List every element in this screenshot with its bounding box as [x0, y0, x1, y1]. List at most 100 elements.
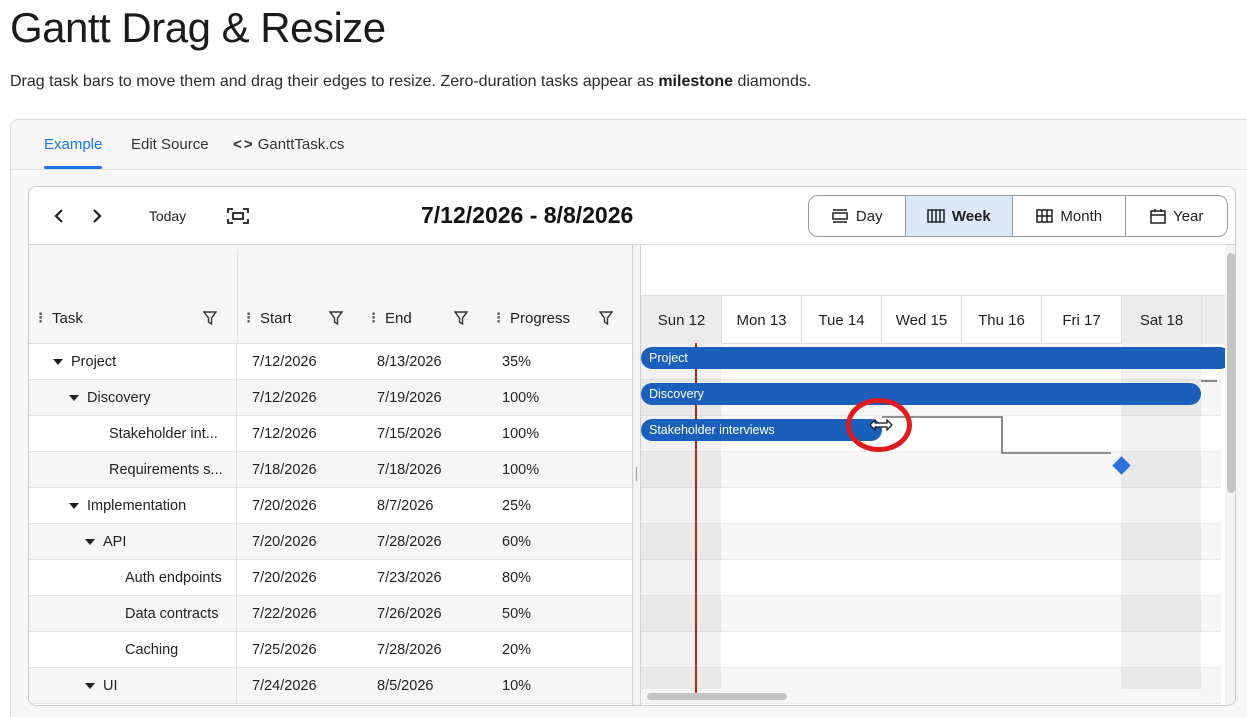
column-header-start[interactable]: ⋮ Start [242, 307, 292, 329]
table-row[interactable]: UI 7/24/2026 8/5/2026 10% [29, 668, 632, 704]
fit-to-screen-icon [227, 208, 249, 224]
filter-icon[interactable] [599, 311, 613, 326]
task-grid: ⋮ Task ⋮ Start ⋮ End ⋮ Progress Project 7/12… [29, 245, 632, 705]
start-cell: 7/18/2026 [252, 461, 317, 478]
task-cell: Project [29, 344, 237, 379]
column-header-start-label: Start [260, 309, 292, 327]
end-cell: 7/26/2026 [377, 605, 442, 622]
table-row[interactable]: Implementation 7/20/2026 8/7/2026 25% [29, 488, 632, 524]
horizontal-scroll-thumb[interactable] [647, 693, 787, 700]
end-cell: 7/23/2026 [377, 569, 442, 586]
task-name: Auth endpoints [125, 569, 222, 586]
table-row[interactable]: Caching 7/25/2026 7/28/2026 20% [29, 632, 632, 668]
drag-handle-icon[interactable]: ⋮ [34, 310, 47, 326]
start-cell: 7/12/2026 [252, 353, 317, 370]
expand-caret-icon[interactable] [69, 502, 79, 509]
task-bar-discovery[interactable]: Discovery [641, 383, 1201, 405]
task-bar-project[interactable]: Project [641, 347, 1231, 369]
view-month-button[interactable]: Month [1013, 196, 1127, 236]
expand-caret-icon[interactable] [53, 358, 63, 365]
expand-caret-icon[interactable] [69, 394, 79, 401]
table-row[interactable]: Project 7/12/2026 8/13/2026 35% [29, 344, 632, 380]
task-name: Discovery [87, 389, 151, 406]
view-switcher: Day Week Month Year [808, 195, 1228, 237]
description-bold: milestone [658, 73, 734, 90]
start-cell: 7/25/2026 [252, 641, 317, 658]
drag-handle-icon[interactable]: ⋮ [492, 310, 505, 326]
task-cell: Caching [29, 632, 237, 667]
task-cell: Stakeholder int... [29, 416, 237, 451]
progress-cell: 50% [502, 605, 532, 622]
task-name: Requirements s... [109, 461, 223, 478]
table-row[interactable]: Data contracts 7/22/2026 7/26/2026 50% [29, 596, 632, 632]
resize-cursor-icon [869, 419, 893, 431]
drag-handle-icon[interactable]: ⋮ [242, 310, 255, 326]
start-cell: 7/20/2026 [252, 497, 317, 514]
progress-cell: 100% [502, 461, 540, 478]
column-header-task[interactable]: ⋮ Task [34, 307, 83, 329]
task-name: Data contracts [125, 605, 219, 622]
fit-to-screen-button[interactable] [225, 203, 251, 229]
tab-gantt-task-cs[interactable]: < > GanttTask.cs [233, 136, 344, 153]
view-week-button[interactable]: Week [905, 196, 1014, 236]
view-year-label: Year [1173, 207, 1204, 225]
view-month-label: Month [1060, 207, 1103, 225]
progress-cell: 20% [502, 641, 532, 658]
progress-cell: 25% [502, 497, 532, 514]
task-cell: Implementation [29, 488, 237, 523]
view-year-button[interactable]: Year [1126, 196, 1227, 236]
today-button[interactable]: Today [142, 203, 194, 229]
task-cell: API [29, 524, 237, 559]
column-header-task-label: Task [52, 309, 83, 327]
progress-cell: 100% [502, 389, 540, 406]
table-row[interactable]: API 7/20/2026 7/28/2026 60% [29, 524, 632, 560]
task-cell: Data contracts [29, 596, 237, 631]
table-row[interactable]: Auth endpoints 7/20/2026 7/23/2026 80% [29, 560, 632, 596]
end-cell: 8/13/2026 [377, 353, 442, 370]
dependency-connectors [882, 380, 1217, 454]
filter-icon[interactable] [454, 311, 468, 326]
filter-icon[interactable] [329, 311, 343, 326]
column-header-progress[interactable]: ⋮ Progress [492, 307, 570, 329]
end-cell: 7/18/2026 [377, 461, 442, 478]
date-range-label: 7/12/2026 - 8/8/2026 [421, 202, 634, 228]
filter-icon[interactable] [203, 311, 217, 326]
task-name: API [103, 533, 127, 550]
tab-edit-source[interactable]: Edit Source [131, 136, 209, 153]
end-cell: 7/19/2026 [377, 389, 442, 406]
expand-caret-icon[interactable] [85, 682, 95, 689]
start-cell: 7/12/2026 [252, 389, 317, 406]
end-cell: 8/5/2026 [377, 677, 434, 694]
week-view-icon [927, 209, 945, 223]
table-row[interactable]: Discovery 7/12/2026 7/19/2026 100% [29, 380, 632, 416]
table-row[interactable]: Stakeholder int... 7/12/2026 7/15/2026 1… [29, 416, 632, 452]
start-cell: 7/24/2026 [252, 677, 317, 694]
progress-cell: 60% [502, 533, 532, 550]
end-cell: 7/28/2026 [377, 641, 442, 658]
pane-splitter[interactable] [632, 245, 641, 705]
next-button[interactable] [85, 203, 109, 229]
day-view-icon [832, 209, 848, 223]
start-cell: 7/20/2026 [252, 533, 317, 550]
code-icon: < > [233, 136, 253, 153]
task-cell: UI [29, 668, 237, 703]
drag-handle-icon[interactable]: ⋮ [367, 310, 380, 326]
task-name: UI [103, 677, 118, 694]
task-name: Stakeholder int... [109, 425, 218, 442]
task-cell: Requirements s... [29, 452, 237, 487]
column-header-end-label: End [385, 309, 412, 327]
grid-header: ⋮ Task ⋮ Start ⋮ End ⋮ Progress [29, 245, 632, 344]
tab-gantt-task-cs-label: GanttTask.cs [257, 136, 345, 153]
progress-cell: 35% [502, 353, 532, 370]
progress-cell: 100% [502, 425, 540, 442]
view-day-button[interactable]: Day [809, 196, 906, 236]
table-row[interactable]: Requirements s... 7/18/2026 7/18/2026 10… [29, 452, 632, 488]
expand-caret-icon[interactable] [85, 538, 95, 545]
prev-button[interactable] [47, 203, 71, 229]
tab-example[interactable]: Example [44, 136, 103, 169]
column-header-progress-label: Progress [510, 309, 571, 327]
vertical-scrollbar[interactable] [1225, 245, 1235, 705]
vertical-scroll-thumb[interactable] [1227, 253, 1235, 493]
column-header-end[interactable]: ⋮ End [367, 307, 412, 329]
month-view-icon [1036, 209, 1054, 223]
